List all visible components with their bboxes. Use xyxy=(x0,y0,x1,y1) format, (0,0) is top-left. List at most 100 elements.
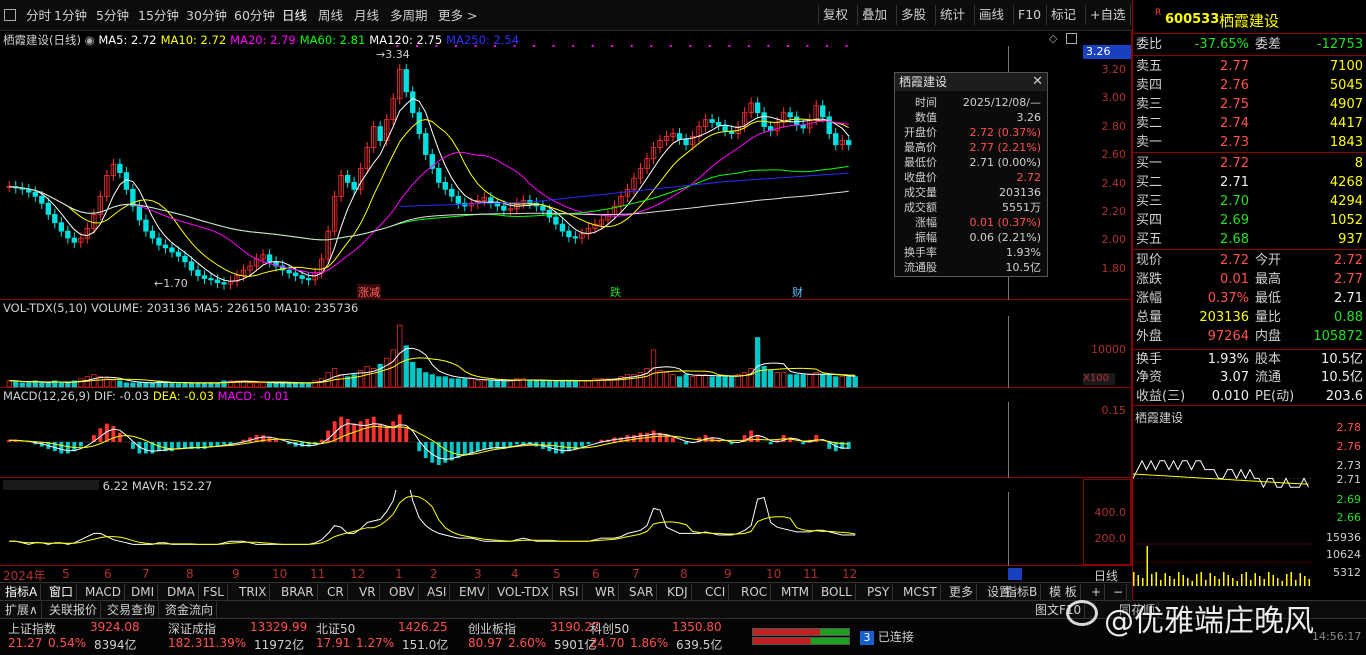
volume-svg[interactable] xyxy=(0,316,1080,388)
toolbar-button-0[interactable]: 复权 xyxy=(818,5,852,25)
indicator-tab-4[interactable]: DMA xyxy=(164,584,199,600)
candle xyxy=(299,275,305,279)
volume-bar xyxy=(507,380,513,388)
stat-label-2: 量比 xyxy=(1255,310,1282,325)
ask-row[interactable]: 卖二 2.74 4417 xyxy=(1133,114,1366,133)
candle xyxy=(833,133,839,146)
period-tab-10[interactable]: 更多 > xyxy=(438,7,477,25)
indicator-tab-24[interactable]: 更多 xyxy=(946,584,978,600)
index-value: 3924.08 xyxy=(90,620,140,634)
indicator-tab-10[interactable]: OBV xyxy=(386,584,419,600)
macd-svg[interactable] xyxy=(0,402,1080,478)
toolbar-button-6[interactable]: 标记 xyxy=(1046,5,1080,25)
volume-bar xyxy=(214,382,221,388)
indicator-tab-18[interactable]: CCI xyxy=(702,584,730,600)
stat-label-2: 今开 xyxy=(1255,253,1282,268)
period-tab-8[interactable]: 月线 xyxy=(354,7,379,25)
indicator-tab-21[interactable]: BOLL xyxy=(818,584,856,600)
toolbar-button-1[interactable]: 叠加 xyxy=(857,5,891,25)
ask-row[interactable]: 卖五 2.77 7100 xyxy=(1133,57,1366,76)
period-tab-4[interactable]: 30分钟 xyxy=(186,7,227,25)
ext-tab-1[interactable]: 关联报价 xyxy=(46,602,102,618)
ext-tab-3[interactable]: 资金流向 xyxy=(162,602,218,618)
volume-bar xyxy=(6,380,12,388)
indicator-tab-0[interactable]: 指标A xyxy=(2,584,42,600)
indicator-tab-5[interactable]: FSL xyxy=(200,584,228,600)
bid-row[interactable]: 买四 2.69 1052 xyxy=(1133,211,1366,230)
popup-row: 收盘价 2.72 xyxy=(899,170,1043,185)
indicator-tab-13[interactable]: VOL-TDX xyxy=(494,584,553,600)
ext-tab-0[interactable]: 扩展∧ xyxy=(2,602,42,618)
ask-label: 卖一 xyxy=(1136,135,1163,150)
indicator-tab-12[interactable]: EMV xyxy=(456,584,490,600)
close-icon[interactable]: ✕ xyxy=(1032,74,1043,89)
indicator-tab-22[interactable]: PSY xyxy=(864,584,894,600)
stat-label-2: 内盘 xyxy=(1255,329,1282,344)
toolbar-button-5[interactable]: F10 xyxy=(1013,5,1045,25)
toolbar-button-4[interactable]: 画线 xyxy=(974,5,1008,25)
period-tab-1[interactable]: 1分钟 xyxy=(54,7,87,25)
toolbar-button-7[interactable]: +自选 xyxy=(1085,5,1129,25)
ask-qty: 4417 xyxy=(1329,116,1363,131)
stat-label: 总量 xyxy=(1136,310,1163,325)
indicator-tab-2[interactable]: MACD xyxy=(82,584,125,600)
period-tab-3[interactable]: 15分钟 xyxy=(138,7,179,25)
menu-icon[interactable] xyxy=(4,9,16,21)
intraday-chart[interactable] xyxy=(1133,424,1313,588)
mavr-svg[interactable] xyxy=(0,490,1080,566)
indicator-right-0[interactable]: 指标B xyxy=(1002,584,1042,600)
indicator-tab-3[interactable]: DMI xyxy=(128,584,159,600)
indicator-tab-11[interactable]: ASI xyxy=(424,584,451,600)
date-label: 8 xyxy=(680,567,688,581)
period-tab-7[interactable]: 周线 xyxy=(318,7,343,25)
candle xyxy=(715,122,722,126)
ask-row[interactable]: 卖四 2.76 5045 xyxy=(1133,76,1366,95)
indicator-tab-17[interactable]: KDJ xyxy=(664,584,692,600)
bid-row[interactable]: 买三 2.70 4294 xyxy=(1133,192,1366,211)
bid-price: 2.68 xyxy=(1220,232,1249,247)
marker-drop[interactable]: 跌 xyxy=(610,284,621,300)
marker-finance[interactable]: 财 xyxy=(792,284,803,300)
stat-value-2: 2.72 xyxy=(1334,253,1363,268)
dea-line xyxy=(9,425,849,456)
period-tab-9[interactable]: 多周期 xyxy=(390,7,428,25)
bid-row[interactable]: 买二 2.71 4268 xyxy=(1133,173,1366,192)
volume-bar xyxy=(722,376,728,388)
intraday-vol-bar xyxy=(1173,579,1175,586)
indicator-tab-9[interactable]: VR xyxy=(356,584,380,600)
marker-limit[interactable]: 涨减 xyxy=(357,284,381,300)
volume-bar xyxy=(351,374,357,388)
bid-row[interactable]: 买一 2.72 8 xyxy=(1133,154,1366,173)
indicator-tab-23[interactable]: MCST xyxy=(900,584,941,600)
indicator-tab-8[interactable]: CR xyxy=(324,584,348,600)
indicator-tab-19[interactable]: ROC xyxy=(738,584,772,600)
intraday-vol-bar xyxy=(1182,575,1184,586)
period-tab-6[interactable]: 日线 xyxy=(282,7,307,25)
ext-tab-2[interactable]: 交易查询 xyxy=(104,602,160,618)
volume-bar xyxy=(149,382,156,388)
indicator-tab-14[interactable]: RSI xyxy=(556,584,583,600)
bid-row[interactable]: 买五 2.68 937 xyxy=(1133,230,1366,249)
indicator-right-2[interactable]: + xyxy=(1088,584,1106,600)
market-breadth-bar xyxy=(752,628,850,636)
indicator-right-1[interactable]: 模 板 xyxy=(1046,584,1081,600)
period-tab-5[interactable]: 60分钟 xyxy=(234,7,275,25)
indicator-tab-7[interactable]: BRAR xyxy=(278,584,318,600)
period-tab-0[interactable]: 分时 xyxy=(26,7,51,25)
volume-bar xyxy=(787,374,793,388)
indicator-tab-15[interactable]: WR xyxy=(592,584,620,600)
candle xyxy=(71,237,78,243)
ask-row[interactable]: 卖一 2.73 1843 xyxy=(1133,133,1366,152)
period-tab-2[interactable]: 5分钟 xyxy=(96,7,129,25)
indicator-tab-16[interactable]: SAR xyxy=(626,584,658,600)
connection-badge[interactable]: 3 已连接 xyxy=(860,628,914,645)
ask-row[interactable]: 卖三 2.75 4907 xyxy=(1133,95,1366,114)
intraday-vol-bar xyxy=(1209,573,1211,586)
price-tick: 2.20 xyxy=(1101,205,1127,218)
indicator-tab-20[interactable]: MTM xyxy=(778,584,814,600)
candle xyxy=(826,116,832,134)
indicator-tab-6[interactable]: TRIX xyxy=(236,584,271,600)
toolbar-button-3[interactable]: 统计 xyxy=(935,5,969,25)
toolbar-button-2[interactable]: 多股 xyxy=(896,5,930,25)
indicator-tab-1[interactable]: 窗口 xyxy=(46,584,78,600)
